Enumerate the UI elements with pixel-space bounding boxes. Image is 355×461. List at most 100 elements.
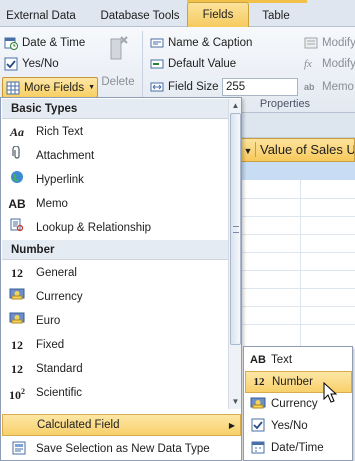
euro-icon [2, 309, 32, 333]
menu-item-rich-text[interactable]: Aa Rich Text [2, 120, 228, 144]
tab-database-tools[interactable]: Database Tools [95, 6, 185, 27]
date-time-label: Date & Time [22, 37, 86, 49]
lookup-icon [2, 216, 32, 240]
menu-item-currency[interactable]: Currency [2, 285, 228, 309]
chevron-down-icon[interactable]: ▼ [241, 140, 255, 161]
menu-item-label: Rich Text [36, 126, 84, 138]
modify-lookups-icon [304, 37, 318, 49]
submenu-item-label: Text [271, 354, 293, 366]
delete-column-icon [110, 36, 128, 60]
column-header-label: Value of Sales U [255, 142, 354, 157]
yes-no-label: Yes/No [22, 58, 59, 70]
mouse-cursor-icon [323, 382, 337, 403]
menu-item-label: Currency [36, 291, 83, 303]
number-12-icon: 12 [253, 376, 265, 388]
memo-settings-button[interactable]: ab Memo [304, 77, 354, 97]
memo-settings-icon: ab [304, 82, 315, 92]
number-12-icon: 12 [11, 362, 23, 376]
name-caption-icon [150, 38, 164, 48]
memo-label: Memo [322, 81, 354, 93]
scroll-down-icon[interactable]: ▼ [229, 395, 242, 408]
modify-label-1: Modify [322, 37, 355, 49]
submenu-item-label: Date/Time [271, 442, 324, 454]
menu-item-general[interactable]: 12 General [2, 261, 228, 285]
modify-expression-button[interactable]: fx Modify [304, 54, 355, 74]
menu-item-scientific[interactable]: 102 Scientific [2, 381, 228, 405]
menu-item-label: Memo [36, 198, 68, 210]
name-caption-label: Name & Caption [168, 37, 253, 49]
menu-item-label: Hyperlink [36, 174, 84, 186]
checkbox-icon [245, 418, 271, 435]
globe-icon [2, 168, 32, 192]
grid-line [240, 306, 355, 307]
field-size-icon [150, 82, 164, 92]
date-time-button[interactable]: Date & Time [4, 33, 85, 53]
menu-item-label: Save Selection as New Data Type [36, 443, 210, 455]
submenu-item-text[interactable]: AB Text [245, 349, 352, 371]
menu-item-hyperlink[interactable]: Hyperlink [2, 168, 228, 192]
field-size-input[interactable]: 255 [222, 78, 298, 96]
menu-item-attachment[interactable]: Attachment [2, 144, 228, 168]
column-header[interactable]: ▼ Value of Sales U [240, 138, 355, 162]
menu-item-calculated-field[interactable]: Calculated Field ▶ [2, 414, 241, 436]
menu-item-fixed[interactable]: 12 Fixed [2, 333, 228, 357]
name-caption-button[interactable]: Name & Caption [150, 33, 252, 53]
submenu-item-date-time[interactable]: Date/Time [245, 437, 352, 459]
menu-item-label: Lookup & Relationship [36, 222, 152, 234]
chevron-right-icon: ▶ [228, 420, 235, 430]
menu-item-label: Attachment [36, 150, 95, 162]
menu-item-memo[interactable]: AB Memo [2, 192, 228, 216]
tab-fields[interactable]: Fields [187, 2, 249, 28]
field-size-label: Field Size [168, 81, 219, 93]
more-fields-menu: Basic Types Aa Rich Text Attachment Hype… [0, 97, 242, 461]
menu-item-label: Fixed [36, 339, 65, 351]
submenu-item-label: Yes/No [271, 420, 308, 432]
scroll-up-icon[interactable]: ▲ [229, 99, 242, 112]
grid-line [240, 252, 355, 253]
grid-line [240, 288, 355, 289]
checkbox-icon [4, 57, 18, 71]
calendar-clock-icon [4, 37, 18, 50]
selected-row[interactable] [240, 162, 355, 180]
number-12-icon: 12 [11, 338, 23, 352]
default-value-button[interactable]: Default Value [150, 54, 236, 74]
menu-item-standard[interactable]: 12 Standard [2, 357, 228, 381]
scrollbar-thumb[interactable] [230, 113, 241, 345]
submenu-item-label: Number [272, 376, 313, 388]
modify-lookups-button[interactable]: Modify [304, 33, 355, 53]
number-12-icon: 12 [11, 266, 23, 280]
menu-item-label: Scientific [36, 387, 83, 399]
grid-line [240, 270, 355, 271]
currency-icon [245, 396, 271, 413]
menu-item-label: Standard [36, 363, 83, 375]
modify-label-2: Modify [322, 58, 355, 70]
default-value-label: Default Value [168, 58, 237, 70]
ribbon-tab-bar: External Data Database Tools Fields Tabl… [0, 0, 355, 28]
menu-item-save-selection[interactable]: Save Selection as New Data Type [2, 438, 241, 460]
fx-icon: fx [304, 58, 312, 70]
default-value-icon [150, 59, 164, 69]
scientific-icon: 102 [9, 386, 25, 402]
menu-section-number: Number [2, 240, 228, 260]
menu-item-euro[interactable]: Euro [2, 309, 228, 333]
yes-no-button[interactable]: Yes/No [4, 54, 59, 74]
grid-line [240, 216, 355, 217]
menu-item-label: Euro [36, 315, 61, 327]
menu-scrollbar[interactable]: ▲ ▼ [228, 99, 241, 409]
group-label-properties: Properties [259, 98, 311, 110]
field-size-label-row: Field Size [150, 77, 219, 97]
submenu-item-yes-no[interactable]: Yes/No [245, 415, 352, 437]
delete-button[interactable]: Delete [101, 33, 135, 88]
more-fields-button[interactable]: More Fields ▼ [2, 77, 98, 98]
menu-item-label: Calculated Field [37, 419, 120, 431]
more-fields-label: More Fields [24, 81, 85, 94]
save-type-icon [2, 441, 36, 458]
tab-external-data[interactable]: External Data [0, 6, 82, 27]
tab-table[interactable]: Table [255, 6, 297, 27]
grid-line [240, 234, 355, 235]
text-ab-icon: AB [250, 354, 266, 366]
paperclip-icon [2, 144, 32, 168]
calendar-icon [245, 440, 271, 457]
memo-icon: AB [8, 197, 26, 211]
menu-item-lookup-relationship[interactable]: Lookup & Relationship [2, 216, 228, 240]
